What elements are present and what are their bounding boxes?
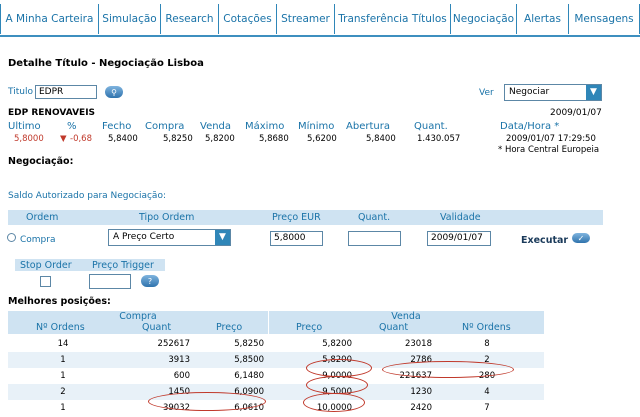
order-header-validade: Validade	[440, 212, 481, 223]
table-cell: 1	[60, 371, 66, 381]
highlight-oval	[148, 392, 266, 411]
quote-abertura: 5,8400	[366, 134, 396, 144]
table-cell: 6,1480	[234, 371, 264, 381]
quote-header-maximo: Máximo	[245, 121, 285, 132]
quote-minimo: 5,6200	[307, 134, 337, 144]
quote-header-pct: %	[67, 121, 77, 132]
search-button[interactable]: ⚲	[105, 86, 123, 98]
stop-order-checkbox[interactable]	[40, 276, 51, 287]
table-cell: 4	[484, 387, 490, 397]
table-cell: 23018	[404, 339, 432, 349]
nav-mensagens[interactable]: Mensagens	[568, 4, 640, 34]
book-group-compra: Compra	[119, 311, 157, 322]
preco-trigger-header: Preço Trigger	[92, 260, 154, 271]
book-group-venda: Venda	[391, 311, 421, 322]
preco-input[interactable]: 5,8000	[270, 231, 323, 246]
quote-quant: 1.430.057	[417, 134, 461, 144]
check-icon: ✓	[577, 233, 585, 243]
quote-header-fecho: Fecho	[102, 121, 132, 132]
table-cell: 252617	[157, 339, 190, 349]
tipo-ordem-value: A Preço Certo	[113, 232, 175, 242]
table-cell: 5,8500	[234, 355, 264, 365]
chevron-down-icon: ▼	[215, 230, 230, 245]
nav-transferencia-titulos[interactable]: Transferência Títulos	[334, 4, 450, 34]
quote-pct: -0,68	[70, 134, 92, 144]
down-arrow-icon: ▼	[60, 134, 67, 144]
table-cell: 5,8200	[322, 339, 352, 349]
book-header-ordens-compra: Nº Ordens	[36, 322, 85, 333]
quote-header-minimo: Mínimo	[298, 121, 335, 132]
quote-header-abertura: Abertura	[346, 121, 390, 132]
chevron-down-icon: ▼	[586, 85, 601, 100]
quote-venda: 5,8200	[205, 134, 235, 144]
compra-radio[interactable]	[7, 233, 16, 242]
ver-label: Ver	[479, 88, 494, 98]
order-header-tipo: Tipo Ordem	[139, 212, 195, 223]
quote-header-venda: Venda	[200, 121, 232, 132]
highlight-oval	[303, 393, 365, 412]
stock-name: EDP RENOVAVEIS	[8, 108, 96, 118]
nav-negociacao[interactable]: Negociação	[450, 4, 516, 34]
book-header-quant-compra: Quant	[142, 322, 172, 333]
table-cell: 8	[484, 339, 490, 349]
nav-minha-carteira[interactable]: A Minha Carteira	[0, 4, 98, 34]
tipo-ordem-select[interactable]: A Preço Certo ▼	[108, 229, 231, 246]
nav-research[interactable]: Research	[160, 4, 218, 34]
titulo-input[interactable]: EDPR	[35, 85, 97, 99]
book-header-preco-compra: Preço	[216, 322, 243, 333]
book-header-preco-venda: Preço	[296, 322, 323, 333]
book-header-quant-venda: Quant	[379, 322, 409, 333]
table-cell: 3913	[168, 355, 190, 365]
highlight-oval	[382, 361, 514, 378]
quote-maximo: 5,8680	[259, 134, 289, 144]
negociacao-label: Negociação:	[8, 156, 74, 167]
question-icon: ?	[147, 276, 153, 286]
help-button[interactable]: ?	[141, 275, 159, 287]
stop-order-header: Stop Order	[20, 260, 72, 271]
titulo-label: Titulo	[8, 87, 33, 97]
quote-date: 2009/01/07	[550, 108, 602, 118]
ver-select[interactable]: Negociar ▼	[504, 84, 602, 101]
nav-cotacoes[interactable]: Cotações	[218, 4, 276, 34]
table-cell: 7	[484, 403, 490, 413]
highlight-oval	[306, 359, 372, 377]
quote-header-ultimo: Ultimo	[8, 121, 41, 132]
compra-label: Compra	[20, 235, 56, 245]
search-icon: ⚲	[111, 87, 117, 97]
validade-input[interactable]: 2009/01/07	[427, 231, 491, 246]
nav-simulacao[interactable]: Simulação	[98, 4, 160, 34]
book-header-ordens-venda: Nº Ordens	[462, 322, 511, 333]
order-header-ordem: Ordem	[26, 212, 59, 223]
preco-trigger-input[interactable]	[89, 274, 131, 289]
table-cell: 5,8250	[234, 339, 264, 349]
table-cell: 600	[173, 371, 190, 381]
order-header-preco: Preço EUR	[272, 212, 321, 223]
book-title: Melhores posições:	[8, 296, 111, 307]
page-title: Detalhe Título - Negociação Lisboa	[8, 58, 204, 69]
table-cell: 14	[57, 339, 69, 349]
ver-select-value: Negociar	[509, 87, 550, 97]
nav-streamer[interactable]: Streamer	[276, 4, 334, 34]
table-cell: 2	[60, 387, 66, 397]
top-nav: A Minha Carteira Simulação Research Cota…	[0, 4, 640, 34]
quote-header-datahora: Data/Hora *	[500, 121, 560, 132]
quote-header-quant: Quant.	[414, 121, 448, 132]
highlight-oval	[306, 376, 368, 394]
timezone-note: * Hora Central Europeia	[498, 145, 600, 155]
quote-ultimo: 5,8000	[14, 134, 44, 144]
quote-fecho: 5,8400	[108, 134, 138, 144]
nav-alertas[interactable]: Alertas	[516, 4, 568, 34]
quant-input[interactable]	[348, 231, 401, 246]
executar-label: Executar	[521, 235, 569, 246]
order-header-quant: Quant.	[358, 212, 391, 223]
table-cell: 1	[60, 403, 66, 413]
quote-compra: 5,8250	[163, 134, 193, 144]
quote-header-compra: Compra	[145, 121, 185, 132]
quote-datahora: 2009/01/07 17:29:50	[506, 134, 596, 144]
saldo-label: Saldo Autorizado para Negociação:	[8, 191, 166, 201]
nav-underline	[0, 35, 640, 37]
table-cell: 1	[60, 355, 66, 365]
executar-button[interactable]: ✓	[572, 233, 590, 243]
